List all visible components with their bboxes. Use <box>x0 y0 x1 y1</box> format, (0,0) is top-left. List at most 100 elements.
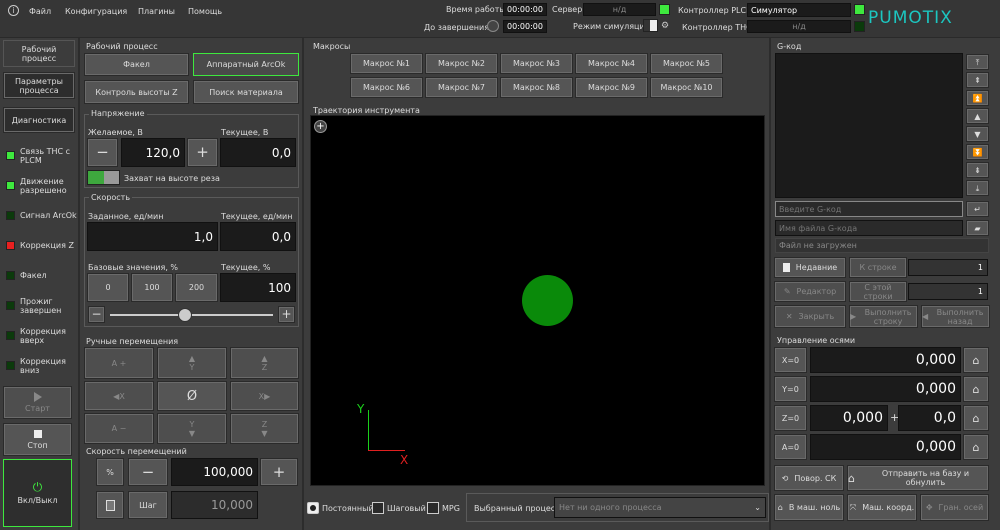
start-button[interactable]: Старт <box>3 386 72 419</box>
speed-preset-100[interactable]: 100 <box>131 273 173 302</box>
simulation-toggle[interactable] <box>643 19 658 32</box>
macro-9-button[interactable]: Макрос №9 <box>575 77 648 98</box>
menu-help[interactable]: Помощь <box>188 7 222 16</box>
editor-button[interactable]: ✎ Редактор <box>774 281 846 302</box>
macro-7-button[interactable]: Макрос №7 <box>425 77 498 98</box>
jog-z-minus-button[interactable]: Z ▼ <box>230 413 299 444</box>
info-icon[interactable]: i <box>8 5 19 16</box>
home-and-zero-button[interactable]: ⌂ Отправить на базу и обнулить <box>847 465 989 491</box>
folder-icon[interactable]: ▰ <box>966 220 989 236</box>
zero-x-button[interactable]: X=0 <box>774 347 807 373</box>
capture-toggle[interactable] <box>87 170 120 185</box>
menu-config[interactable]: Конфигурация <box>65 7 127 16</box>
jog-y-plus-button[interactable]: ▲ Y <box>157 347 227 379</box>
zoom-in-icon[interactable]: + <box>314 120 327 133</box>
material-search-button[interactable]: Поиск материала <box>193 80 299 104</box>
scroll-down-icon[interactable]: ▼ <box>966 126 989 142</box>
macro-4-button[interactable]: Макрос №4 <box>575 53 648 74</box>
jog-speed-plus-button[interactable]: + <box>260 458 298 486</box>
home-x-icon[interactable]: ⌂ <box>963 347 989 373</box>
stop-button[interactable]: Стоп <box>3 423 72 456</box>
rotate-cs-button[interactable]: ⟲ Повор. СК <box>774 465 844 491</box>
desired-voltage-field[interactable]: 120,0 <box>121 138 185 167</box>
jog-x-minus-button[interactable]: ◀ X <box>84 381 154 411</box>
menu-plugins[interactable]: Плагины <box>138 7 175 16</box>
zero-y-button[interactable]: Y=0 <box>774 376 807 402</box>
jog-x-plus-button[interactable]: X ▶ <box>230 381 299 411</box>
signal-label-0: Связь THC с PLCM <box>20 147 71 165</box>
home-y-icon[interactable]: ⌂ <box>963 376 989 402</box>
zero-a-button[interactable]: A=0 <box>774 434 807 460</box>
speed-plus-button[interactable]: + <box>278 306 295 323</box>
to-line-button[interactable]: К строке <box>849 257 907 278</box>
scroll-up-fast-icon[interactable]: ⏫ <box>966 90 989 106</box>
voltage-minus-button[interactable]: − <box>87 138 118 167</box>
page-up-icon[interactable]: ⇞ <box>966 72 989 88</box>
scroll-top-icon[interactable]: ⤒ <box>966 54 989 70</box>
mode-continuous-radio[interactable] <box>307 502 319 514</box>
from-line-button[interactable]: С этой строки <box>849 281 907 302</box>
hw-arcok-button[interactable]: Аппаратный ArcOk <box>193 53 299 76</box>
page-down-icon[interactable]: ⇟ <box>966 162 989 178</box>
enter-icon[interactable]: ↵ <box>966 201 989 217</box>
voltage-plus-button[interactable]: + <box>187 138 218 167</box>
set-speed-field[interactable]: 1,0 <box>87 222 218 251</box>
speed-preset-200[interactable]: 200 <box>175 273 218 302</box>
jog-a-plus-button[interactable]: A + <box>84 347 154 379</box>
jog-zero-button[interactable]: Ø <box>157 381 227 411</box>
jog-percent-button[interactable]: % <box>96 458 124 486</box>
jog-step-button[interactable]: Шаг <box>128 491 168 519</box>
to-line-field[interactable]: 1 <box>908 259 988 276</box>
macro-3-button[interactable]: Макрос №3 <box>500 53 573 74</box>
speed-preset-0[interactable]: 0 <box>87 273 129 302</box>
speed-slider-handle[interactable] <box>177 308 192 322</box>
recent-files-button[interactable]: Недавние <box>774 257 846 278</box>
macro-5-button[interactable]: Макрос №5 <box>650 53 723 74</box>
torch-button[interactable]: Факел <box>84 53 189 76</box>
to-machine-zero-button[interactable]: ⌂ В маш. ноль <box>774 494 844 521</box>
tab-work-process[interactable]: Рабочий процесс <box>3 40 75 67</box>
jog-title: Ручные перемещения <box>86 337 179 346</box>
desired-voltage-label: Желаемое, В <box>88 128 143 137</box>
axis-y-line <box>368 410 369 450</box>
home-a-icon[interactable]: ⌂ <box>963 434 989 460</box>
file-copy-icon[interactable] <box>96 491 124 519</box>
from-line-field[interactable]: 1 <box>908 283 988 300</box>
gcode-input[interactable] <box>775 201 963 217</box>
macro-1-button[interactable]: Макрос №1 <box>350 53 423 74</box>
gcode-file-input[interactable] <box>775 220 963 236</box>
run-back-button[interactable]: ◀ Выполнить назад <box>921 305 990 328</box>
height-control-button[interactable]: Контроль высоты Z <box>84 80 189 104</box>
gear-icon[interactable]: ⚙ <box>661 21 669 31</box>
mode-step-radio[interactable] <box>372 502 384 514</box>
jog-z-plus-button[interactable]: ▲ Z <box>230 347 299 379</box>
scroll-bottom-icon[interactable]: ⤓ <box>966 180 989 196</box>
zero-z-button[interactable]: Z=0 <box>774 405 807 431</box>
run-line-button[interactable]: ▶ Выполнить строку <box>849 305 918 328</box>
speed-minus-button[interactable]: − <box>88 306 105 323</box>
jog-y-minus-button[interactable]: Y ▼ <box>157 413 227 444</box>
menu-file[interactable]: Файл <box>29 7 51 16</box>
scroll-up-icon[interactable]: ▲ <box>966 108 989 124</box>
jog-speed-field[interactable]: 100,000 <box>171 458 258 486</box>
current-speed-label: Текущее, ед/мин <box>221 212 293 221</box>
tab-process-params[interactable]: Параметры процесса <box>3 72 75 99</box>
macro-10-button[interactable]: Макрос №10 <box>650 77 723 98</box>
home-z-icon[interactable]: ⌂ <box>963 405 989 431</box>
jog-step-field[interactable]: 10,000 <box>171 491 258 519</box>
signal-label-7: Коррекция вниз <box>20 357 66 375</box>
jog-a-minus-button[interactable]: A − <box>84 413 154 444</box>
soft-limits-button[interactable]: ✥ Гран. осей <box>920 494 989 521</box>
scroll-down-fast-icon[interactable]: ⏬ <box>966 144 989 160</box>
macro-6-button[interactable]: Макрос №6 <box>350 77 423 98</box>
machine-coords-button[interactable]: ⤧ Маш. коорд. <box>847 494 917 521</box>
macro-8-button[interactable]: Макрос №8 <box>500 77 573 98</box>
tab-diagnostics[interactable]: Диагностика <box>3 107 75 133</box>
selected-process-dropdown[interactable]: Нет ни одного процесса ⌄ <box>554 497 766 518</box>
gcode-editor[interactable] <box>775 53 963 198</box>
mode-mpg-radio[interactable] <box>427 502 439 514</box>
power-button[interactable]: ⏻ Вкл/Выкл <box>3 459 72 527</box>
jog-speed-minus-button[interactable]: − <box>128 458 168 486</box>
close-file-button[interactable]: ✕ Закрыть <box>774 305 846 328</box>
macro-2-button[interactable]: Макрос №2 <box>425 53 498 74</box>
